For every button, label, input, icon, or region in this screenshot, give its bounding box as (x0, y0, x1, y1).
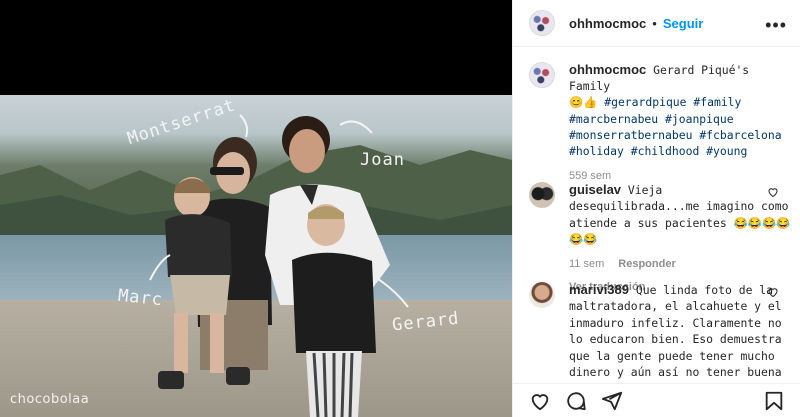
caption-emoji: 😊👍 (569, 95, 598, 110)
commenter-avatar[interactable] (529, 182, 555, 208)
caption-body: ohhmocmoc Gerard Piqué's Family 😊👍 #gera… (569, 62, 791, 184)
post-side-panel: ohhmocmoc • Seguir ••• ohhmocmoc Gerard … (512, 0, 800, 417)
comment-item: guiselav Vieja desequilibrada...me imagi… (529, 182, 791, 295)
post-media[interactable]: Montserrat Joan Marc Gerard chocobolaa (0, 0, 512, 417)
comment-body: marivi389 Que linda foto de la maltratad… (569, 282, 791, 380)
comment-body: guiselav Vieja desequilibrada...me imagi… (569, 182, 791, 295)
photo-label-joan: Joan (360, 150, 405, 170)
share-send-icon[interactable] (601, 390, 623, 412)
more-options-icon[interactable]: ••• (765, 15, 787, 36)
comment-meta: 11 sem Responder (569, 256, 791, 272)
save-bookmark-icon[interactable] (763, 390, 785, 412)
commenter-username[interactable]: guiselav (569, 182, 621, 197)
like-heart-icon[interactable] (529, 390, 551, 412)
comment-bubble-icon[interactable] (565, 390, 587, 412)
hashtag[interactable]: #gerardpique (604, 95, 686, 109)
post-header: ohhmocmoc • Seguir ••• (513, 0, 800, 47)
caption-username[interactable]: ohhmocmoc (569, 62, 646, 77)
post-caption: ohhmocmoc Gerard Piqué's Family 😊👍 #gera… (529, 62, 791, 184)
hashtag[interactable]: #childhood (631, 144, 700, 158)
hashtag[interactable]: #fcbarcelona (699, 128, 781, 142)
comment-text: Que linda foto de la maltratadora, el al… (569, 283, 782, 380)
photo-watermark: chocobolaa (10, 392, 90, 407)
family-photo (0, 95, 512, 417)
header-separator: • (652, 15, 657, 31)
hashtag[interactable]: #joanpique (665, 112, 734, 126)
comment-item: marivi389 Que linda foto de la maltratad… (529, 282, 791, 380)
caption-avatar[interactable] (529, 62, 555, 88)
comment-timestamp[interactable]: 11 sem (569, 258, 604, 270)
hashtag[interactable]: #family (693, 95, 741, 109)
commenter-username[interactable]: marivi389 (569, 282, 629, 297)
author-username[interactable]: ohhmocmoc (569, 16, 646, 31)
like-comment-icon[interactable] (767, 186, 779, 198)
hashtag[interactable]: #young (706, 144, 747, 158)
like-comment-icon[interactable] (767, 286, 779, 298)
commenter-avatar[interactable] (529, 282, 555, 308)
post-actions-bar (513, 383, 800, 417)
author-avatar[interactable] (529, 10, 555, 36)
family-figures (149, 114, 409, 417)
reply-button[interactable]: Responder (618, 258, 675, 270)
follow-button[interactable]: Seguir (663, 16, 703, 31)
hashtag[interactable]: #holiday (569, 144, 624, 158)
hashtag[interactable]: #marcbernabeu (569, 112, 658, 126)
hashtag[interactable]: #monserratbernabeu (569, 128, 692, 142)
